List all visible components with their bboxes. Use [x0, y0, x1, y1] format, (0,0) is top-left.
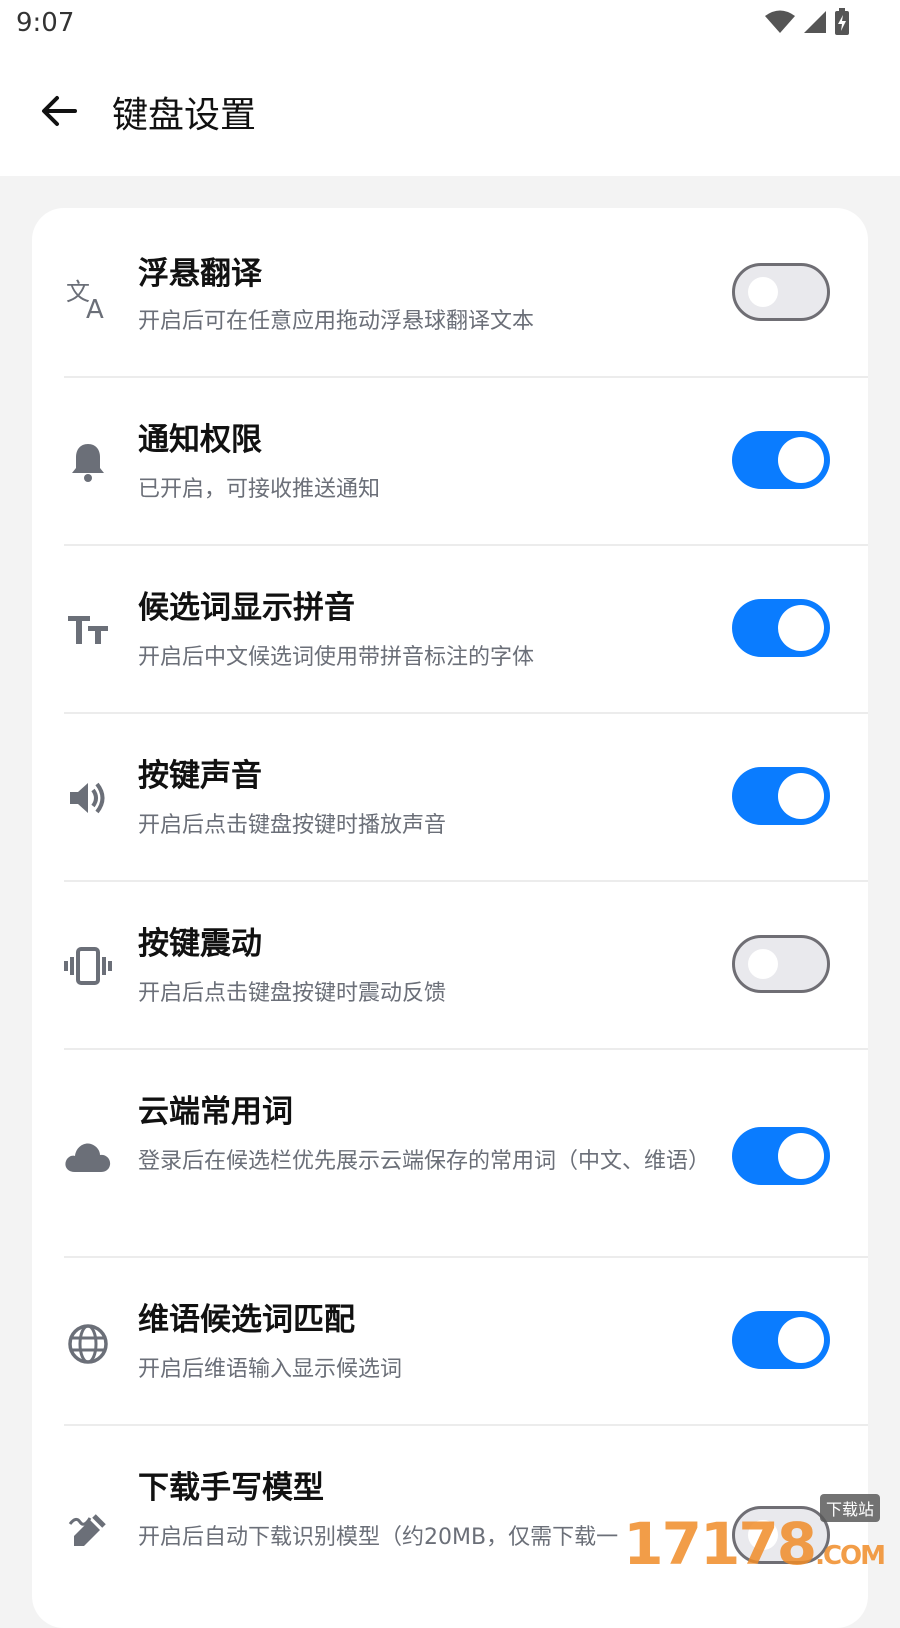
- setting-row-floating-translate: 文 A 浮悬翻译 开启后可在任意应用拖动浮悬球翻译文本: [32, 208, 868, 376]
- setting-title: 下载手写模型: [138, 1470, 324, 1506]
- toggle-uyghur-match[interactable]: [732, 1311, 830, 1369]
- page-title: 键盘设置: [112, 95, 257, 136]
- setting-row-cloud-words: 云端常用词 登录后在候选栏优先展示云端保存的常用词（中文、维语）: [32, 1050, 868, 1262]
- setting-desc: 已开启，可接收推送通知: [138, 477, 381, 502]
- signal-icon: [804, 11, 826, 33]
- setting-title: 按键声音: [138, 758, 262, 794]
- toggle-notification[interactable]: [732, 431, 830, 489]
- setting-desc: 开启后中文候选词使用带拼音标注的字体: [138, 645, 535, 670]
- setting-desc: 开启后维语输入显示候选词: [138, 1357, 403, 1382]
- setting-title: 维语候选词匹配: [138, 1302, 355, 1338]
- setting-title: 通知权限: [138, 422, 262, 458]
- setting-row-key-vibration: 按键震动 开启后点击键盘按键时震动反馈: [32, 882, 868, 1048]
- toggle-cloud-words[interactable]: [732, 1127, 830, 1185]
- toggle-pinyin[interactable]: [732, 599, 830, 657]
- translate-icon: 文 A: [62, 270, 114, 322]
- settings-card: 文 A 浮悬翻译 开启后可在任意应用拖动浮悬球翻译文本 通知权限 已开启，可接收…: [32, 208, 868, 1628]
- speaker-icon: [62, 772, 114, 824]
- globe-icon: [62, 1318, 114, 1370]
- setting-desc: 开启后可在任意应用拖动浮悬球翻译文本: [138, 309, 535, 334]
- setting-title: 按键震动: [138, 926, 262, 962]
- battery-icon: [835, 8, 849, 35]
- toggle-knob: [748, 949, 778, 979]
- watermark-number: 17178: [623, 1510, 817, 1578]
- toggle-knob: [748, 277, 778, 307]
- toggle-key-vibration[interactable]: [732, 935, 830, 993]
- watermark-suffix: .COM: [815, 1541, 886, 1571]
- setting-title: 浮悬翻译: [138, 256, 262, 292]
- setting-desc: 登录后在候选栏优先展示云端保存的常用词（中文、维语）: [138, 1149, 711, 1174]
- toggle-knob: [778, 437, 824, 483]
- setting-row-notification: 通知权限 已开启，可接收推送通知: [32, 378, 868, 544]
- wifi-icon: [765, 10, 795, 33]
- watermark: 17178.COM: [623, 1510, 886, 1578]
- arrow-back-icon: [42, 96, 77, 126]
- status-time: 9:07: [16, 8, 75, 38]
- app-bar: 键盘设置: [0, 50, 900, 176]
- toggle-knob: [778, 605, 824, 651]
- vibrate-icon: [62, 940, 114, 992]
- setting-desc: 开启后点击键盘按键时震动反馈: [138, 981, 447, 1006]
- setting-row-uyghur-match: 维语候选词匹配 开启后维语输入显示候选词: [32, 1258, 868, 1424]
- setting-desc: 开启后自动下载识别模型（约20MB，仅需下载一: [138, 1525, 619, 1550]
- back-button[interactable]: [32, 84, 86, 138]
- status-bar: 9:07: [0, 0, 900, 50]
- toggle-knob: [778, 773, 824, 819]
- setting-row-key-sound: 按键声音 开启后点击键盘按键时播放声音: [32, 714, 868, 880]
- setting-title: 云端常用词: [138, 1094, 293, 1130]
- svg-text:A: A: [86, 295, 104, 320]
- cloud-icon: [62, 1130, 114, 1182]
- toggle-knob: [778, 1133, 824, 1179]
- toggle-knob: [778, 1317, 824, 1363]
- handwriting-icon: [62, 1506, 114, 1558]
- setting-row-pinyin: 候选词显示拼音 开启后中文候选词使用带拼音标注的字体: [32, 546, 868, 712]
- toggle-floating-translate[interactable]: [732, 263, 830, 321]
- bell-icon: [62, 436, 114, 488]
- toggle-key-sound[interactable]: [732, 767, 830, 825]
- text-size-icon: [62, 604, 114, 656]
- status-icons: [764, 8, 850, 36]
- setting-desc: 开启后点击键盘按键时播放声音: [138, 813, 447, 838]
- setting-title: 候选词显示拼音: [138, 590, 355, 626]
